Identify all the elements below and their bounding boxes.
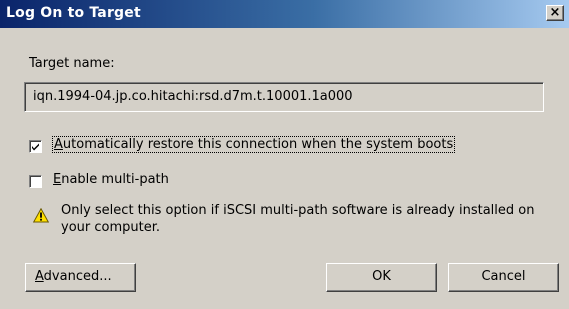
checkmark-icon — [32, 143, 39, 151]
target-name-label: Target name: — [29, 56, 115, 71]
close-icon: × — [549, 5, 561, 20]
window-title: Log On to Target — [6, 5, 141, 21]
multipath-warning-text: Only select this option if iSCSI multi-p… — [61, 203, 535, 235]
auto-restore-label[interactable]: Automatically restore this connection wh… — [51, 136, 456, 153]
log-on-to-target-dialog: Log On to Target × Target name: iqn.1994… — [0, 0, 569, 309]
warning-icon — [33, 208, 49, 223]
target-name-field[interactable]: iqn.1994-04.jp.co.hitachi:rsd.d7m.t.1000… — [24, 82, 544, 112]
cancel-button[interactable]: Cancel — [448, 263, 559, 292]
title-bar[interactable]: Log On to Target × — [0, 0, 569, 28]
auto-restore-checkbox[interactable] — [29, 140, 42, 153]
close-button[interactable]: × — [546, 5, 564, 21]
enable-multipath-label[interactable]: Enable multi-path — [53, 172, 169, 187]
ok-button[interactable]: OK — [326, 263, 437, 292]
advanced-button[interactable]: Advanced... — [25, 263, 136, 292]
enable-multipath-checkbox[interactable] — [29, 175, 42, 188]
